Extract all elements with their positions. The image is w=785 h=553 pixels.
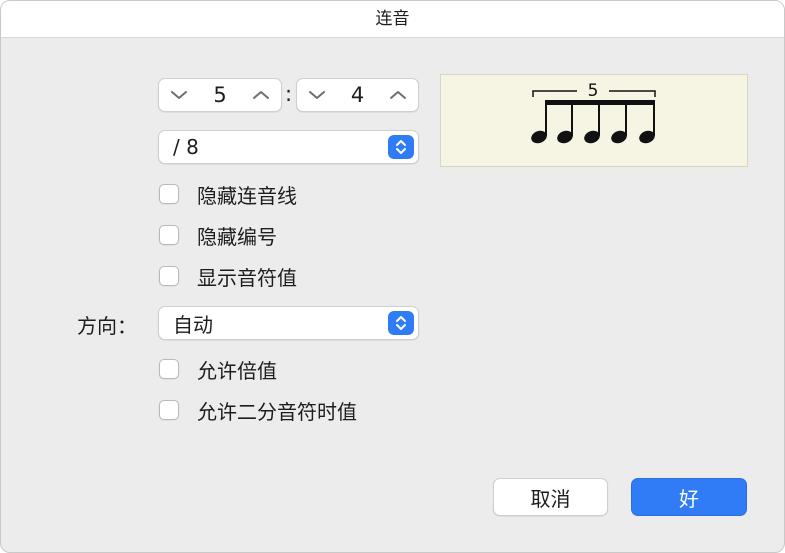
denominator-stepper[interactable]: 4 <box>296 78 419 112</box>
ok-button[interactable]: 好 <box>631 478 747 516</box>
hide-bracket-label[interactable]: 隐藏连音线 <box>197 180 297 209</box>
allow-multiple-label[interactable]: 允许倍值 <box>197 355 277 384</box>
numerator-value[interactable]: 5 <box>213 83 226 107</box>
tuplet-bracket-left <box>532 90 577 97</box>
allow-multiple-checkbox-row[interactable]: 允许倍值 <box>159 355 277 383</box>
chevron-down-icon[interactable] <box>307 85 327 105</box>
tuplet-preview: 5 <box>440 74 748 167</box>
stem <box>653 100 655 136</box>
stem <box>545 100 547 136</box>
hide-bracket-checkbox-row[interactable]: 隐藏连音线 <box>159 180 297 208</box>
denominator-value[interactable]: 4 <box>351 83 364 107</box>
numerator-stepper[interactable]: 5 <box>158 78 282 112</box>
show-note-value-checkbox[interactable] <box>159 266 179 286</box>
up-down-arrows-icon[interactable] <box>388 311 414 335</box>
hide-number-checkbox[interactable] <box>159 225 179 245</box>
window-title: 连音 <box>1 1 784 38</box>
stem <box>571 100 573 136</box>
cancel-button[interactable]: 取消 <box>493 478 608 516</box>
allow-half-note-label[interactable]: 允许二分音符时值 <box>197 396 357 425</box>
allow-half-note-checkbox-row[interactable]: 允许二分音符时值 <box>159 396 357 424</box>
hide-number-label[interactable]: 隐藏编号 <box>197 221 277 250</box>
ratio-colon: : <box>285 82 293 106</box>
hide-bracket-checkbox[interactable] <box>159 184 179 204</box>
hide-number-checkbox-row[interactable]: 隐藏编号 <box>159 221 277 249</box>
beam <box>546 100 655 105</box>
chevron-down-icon[interactable] <box>169 85 189 105</box>
stem <box>598 100 600 136</box>
up-down-arrows-icon[interactable] <box>388 135 414 159</box>
tuplet-dialog: 连音 5 : 4 / 8 隐藏连音线 隐藏编号 显示音符值 方向： 自动 允许倍… <box>0 0 785 553</box>
tuplet-notation-preview: 5 <box>531 81 656 144</box>
direction-popup[interactable]: 自动 <box>158 306 419 340</box>
unit-popup-value: / 8 <box>173 135 199 159</box>
direction-label: 方向： <box>77 314 137 338</box>
allow-half-note-checkbox[interactable] <box>159 400 179 420</box>
allow-multiple-checkbox[interactable] <box>159 359 179 379</box>
show-note-value-label[interactable]: 显示音符值 <box>197 262 297 291</box>
unit-popup[interactable]: / 8 <box>158 130 419 164</box>
show-note-value-checkbox-row[interactable]: 显示音符值 <box>159 262 297 290</box>
stem <box>625 100 627 136</box>
chevron-up-icon[interactable] <box>388 85 408 105</box>
direction-popup-value: 自动 <box>173 312 213 337</box>
tuplet-bracket-right <box>609 90 656 97</box>
chevron-up-icon[interactable] <box>251 85 271 105</box>
tuplet-number: 5 <box>588 81 599 101</box>
